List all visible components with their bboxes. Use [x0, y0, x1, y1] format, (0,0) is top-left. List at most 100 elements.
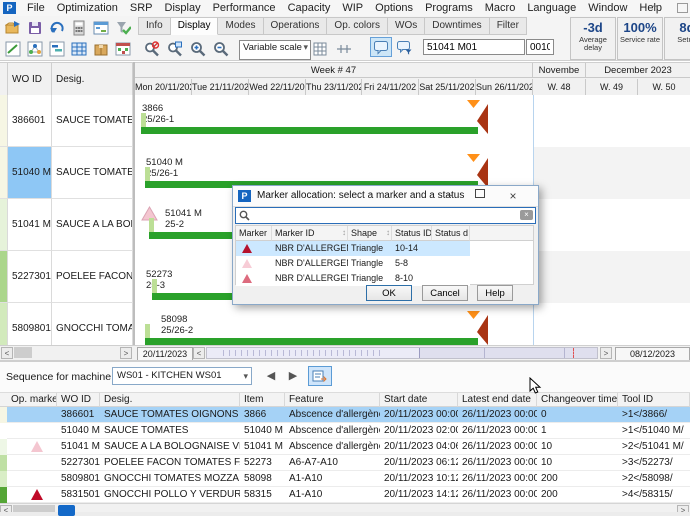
grid-button[interactable] — [309, 39, 330, 58]
seq-header-feature[interactable]: Feature — [285, 393, 380, 407]
wo-id-cell[interactable]: 5809801 — [8, 303, 52, 345]
left-panel-scroll-thumb[interactable] — [14, 347, 32, 358]
zoom-in-button[interactable] — [187, 39, 208, 58]
menu-options[interactable]: Options — [369, 2, 419, 14]
zoom-out-button[interactable] — [210, 39, 231, 58]
week-header-w-49[interactable]: W. 49 — [586, 79, 638, 96]
toolbar-gantt-mini-button[interactable] — [46, 39, 67, 58]
dialog-header-status-d[interactable]: Status d↕ — [432, 226, 470, 241]
tab-display[interactable]: Display — [171, 17, 219, 35]
timeline-scroll-right-button[interactable]: > — [600, 347, 612, 359]
menu-file[interactable]: File — [21, 2, 51, 14]
cancel-button[interactable]: Cancel — [422, 285, 468, 301]
dialog-header-shape[interactable]: Shape↕ — [348, 226, 392, 241]
toolbar-save-button[interactable] — [24, 18, 45, 37]
gantt-row-5227301[interactable]: 5227301POELEE FACON TOMATES FARCIES — [0, 251, 133, 303]
day-header-5[interactable]: Fri 24/11/202 — [362, 79, 419, 96]
sort-icon[interactable]: ↕ — [386, 226, 390, 240]
seq-row-51040-m01[interactable]: 51040 M01SAUCE TOMATES51040 MAbscence d'… — [0, 423, 690, 439]
gantt-row-51040-m01[interactable]: 51040 M01SAUCE TOMATES — [0, 147, 133, 199]
day-header-6[interactable]: Sat 25/11/202 — [419, 79, 476, 96]
dialog-header-status-id[interactable]: Status ID↕ — [392, 226, 432, 241]
wo-id-cell[interactable]: 386601 — [8, 95, 52, 147]
wo-id-cell[interactable]: 5227301 — [8, 251, 52, 303]
dialog-title-bar[interactable]: P Marker allocation: select a marker and… — [233, 186, 538, 207]
left-panel-scroll-left-button[interactable]: < — [1, 347, 13, 359]
window-control-partial[interactable] — [677, 3, 688, 13]
marker-row-10-14[interactable]: NBR D'ALLERGENETriangle10-14 — [236, 241, 470, 256]
wo-id-column-header[interactable]: WO ID — [8, 63, 52, 96]
seq-row-51041-m01[interactable]: 51041 M01SAUCE A LA BOLOGNAISE VBF51041 … — [0, 439, 690, 455]
timeline-scrollbar-thumb[interactable] — [207, 348, 420, 358]
toolbar-planning-board-button[interactable] — [90, 18, 111, 37]
tab-wos[interactable]: WOs — [388, 17, 425, 35]
seq-row-5831501[interactable]: 5831501GNOCCHI POLLO Y VERDURAS ES/PT583… — [0, 487, 690, 503]
minimize-button[interactable]: – — [652, 0, 658, 12]
seq-header-changeover-time[interactable]: Changeover time — [537, 393, 618, 407]
day-header-2[interactable]: Tue 21/11/202 — [192, 79, 249, 96]
ok-button[interactable]: OK — [366, 285, 412, 301]
toolbar-calculator-button[interactable] — [68, 18, 89, 37]
dialog-minimize-button[interactable]: – — [442, 189, 458, 203]
tab-operations[interactable]: Operations — [264, 17, 328, 35]
previous-machine-button[interactable]: ◀ — [262, 367, 280, 385]
day-header-7[interactable]: Sun 26/11/202 — [476, 79, 533, 96]
dialog-close-button[interactable]: × — [505, 189, 521, 203]
toolbar-open-folder-button[interactable] — [2, 18, 23, 37]
week-header-w-50[interactable]: W. 50 — [638, 79, 690, 96]
machine-select[interactable]: WS01 - KITCHEN WS01 ▾ — [112, 367, 252, 385]
tab-downtimes[interactable]: Downtimes — [425, 17, 489, 35]
operation-bar[interactable] — [141, 127, 478, 134]
seq-header-item[interactable]: Item — [240, 393, 285, 407]
zoom-reset-button[interactable] — [141, 39, 162, 58]
sort-icon[interactable]: ↕ — [342, 226, 346, 240]
menu-wip[interactable]: WIP — [336, 2, 369, 14]
seq-header-desig[interactable]: Desig. — [100, 393, 240, 407]
gantt-row-51041-m01[interactable]: 51041 M01SAUCE A LA BOLOGNAISE VBF — [0, 199, 133, 251]
clear-search-icon[interactable]: × — [520, 210, 533, 220]
toolbar-network-view-button[interactable] — [24, 39, 45, 58]
gantt-row-386601[interactable]: 386601SAUCE TOMATES OIGNONS — [0, 95, 133, 147]
label-filter-button[interactable] — [393, 37, 415, 57]
timeline-scroll-left-button[interactable]: < — [193, 347, 205, 359]
tab-op-colors[interactable]: Op. colors — [327, 17, 388, 35]
desig-column-header[interactable]: Desig. — [52, 63, 133, 96]
seq-header-wo-id[interactable]: WO ID — [57, 393, 100, 407]
dialog-header-marker-id[interactable]: Marker ID↕ — [272, 226, 348, 241]
week-header-w-48[interactable]: W. 48 — [533, 79, 586, 96]
menu-capacity[interactable]: Capacity — [282, 2, 337, 14]
help-button[interactable]: Help — [477, 285, 513, 301]
dialog-search-field[interactable]: × — [235, 207, 536, 224]
seq-row-5227301[interactable]: 5227301POELEE FACON TOMATES FARCIES52273… — [0, 455, 690, 471]
tab-modes[interactable]: Modes — [218, 17, 263, 35]
wo-id-cell[interactable]: 51041 M01 — [8, 199, 52, 251]
crosshair-button[interactable] — [333, 39, 354, 58]
toolbar-undo-button[interactable] — [46, 18, 67, 37]
seq-row-386601[interactable]: 386601SAUCE TOMATES OIGNONS3866Abscence … — [0, 407, 690, 423]
zoom-window-button[interactable] — [164, 39, 185, 58]
menu-window[interactable]: Window — [582, 2, 633, 14]
dialog-maximize-button[interactable] — [472, 189, 488, 203]
toolbar-package-button[interactable] — [90, 39, 111, 58]
timeline-scrollbar-track[interactable] — [206, 347, 598, 359]
menu-performance[interactable]: Performance — [207, 2, 282, 14]
day-header-1[interactable]: Mon 20/11/202 — [135, 79, 192, 96]
toolbar-gantt-diagonal-button[interactable] — [2, 39, 23, 58]
wo-id-input[interactable] — [423, 39, 525, 55]
toolbar-filter-check-button[interactable] — [112, 18, 133, 37]
gantt-row-5809801[interactable]: 5809801GNOCCHI TOMATES MOZZA — [0, 303, 133, 345]
menu-language[interactable]: Language — [521, 2, 582, 14]
marker-row-5-8[interactable]: NBR D'ALLERGENETriangle5-8 — [236, 256, 470, 271]
variable-scale-select[interactable]: Variable scale ▾ — [239, 40, 311, 60]
dialog-header-marker[interactable]: Marker↕ — [236, 226, 272, 241]
seq-header-op-markers[interactable]: Op. markers — [7, 393, 57, 407]
tab-info[interactable]: Info — [138, 17, 171, 35]
taskbar-app-icon[interactable] — [58, 505, 75, 516]
seq-header-start-date[interactable]: Start date — [380, 393, 458, 407]
left-panel-scroll-right-button[interactable]: > — [120, 347, 132, 359]
operation-bar[interactable] — [145, 338, 478, 345]
menu-macro[interactable]: Macro — [479, 2, 522, 14]
menu-programs[interactable]: Programs — [419, 2, 479, 14]
seq-row-5809801[interactable]: 5809801GNOCCHI TOMATES MOZZA58098A1-A102… — [0, 471, 690, 487]
seq-header-tool-id[interactable]: Tool ID — [618, 393, 690, 407]
